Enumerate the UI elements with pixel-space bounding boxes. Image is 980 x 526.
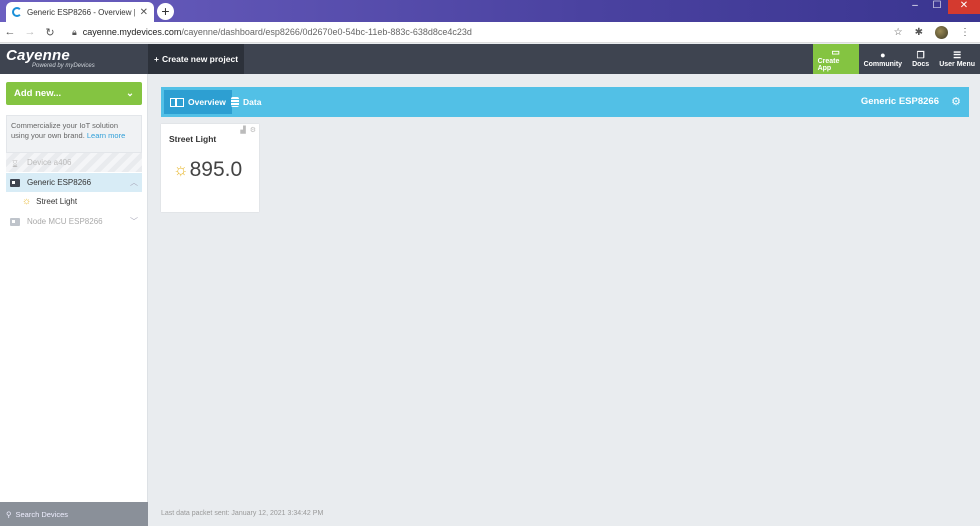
tab-data[interactable]: Data xyxy=(227,90,265,114)
bookmark-star-icon[interactable]: ☆ xyxy=(894,27,903,38)
cayenne-logo[interactable]: Cayenne Powered by myDevices xyxy=(6,48,95,70)
lock-icon: 🔒︎ xyxy=(72,26,77,37)
minimize-icon[interactable]: – xyxy=(904,0,926,14)
street-light-widget[interactable]: ▟ ⚙ Street Light ☼ 895.0 xyxy=(161,124,259,212)
sidebar-item-generic-esp8266[interactable]: Generic ESP8266 ︿ xyxy=(6,173,142,192)
sidebar-item-node-mcu[interactable]: Node MCU ESP8266 ﹀ xyxy=(6,212,142,231)
database-icon xyxy=(231,97,239,107)
sidebar-item-device-a406[interactable]: ⌛︎ Device a406 xyxy=(6,153,142,172)
tab-overview[interactable]: Overview xyxy=(164,90,232,114)
sidebar: Add new... ⌄ Commercialize your IoT solu… xyxy=(0,74,148,526)
search-icon: ⚲ xyxy=(6,509,12,519)
plus-icon: + xyxy=(154,54,159,64)
gear-icon[interactable]: ⚙ xyxy=(951,95,961,108)
maximize-icon[interactable]: ☐ xyxy=(926,0,948,14)
board-icon xyxy=(10,217,20,226)
browser-tab-title: Generic ESP8266 - Overview | my xyxy=(27,7,135,17)
profile-avatar[interactable] xyxy=(935,25,948,39)
docs-icon: ❐ xyxy=(916,50,925,60)
dashboard-toolbar: Overview Data Generic ESP8266 ⚙ xyxy=(161,87,969,117)
widget-gear-icon[interactable]: ⚙ xyxy=(250,126,256,134)
overview-icon xyxy=(170,97,184,107)
community-button[interactable]: ● Community xyxy=(859,44,908,74)
forward-icon[interactable]: → xyxy=(20,26,40,38)
sidebar-item-street-light[interactable]: ☼ Street Light xyxy=(6,192,142,211)
new-tab-button[interactable]: + xyxy=(157,3,174,20)
browser-menu-icon[interactable]: ⋮ xyxy=(960,27,970,38)
last-packet-status: Last data packet sent: January 12, 2021 … xyxy=(161,510,324,517)
window-controls: – ☐ ✕ xyxy=(904,0,980,14)
extensions-icon[interactable]: ✱ xyxy=(915,27,923,38)
user-menu-button[interactable]: ☰ User Menu xyxy=(934,44,980,74)
sun-icon: ☼ xyxy=(173,160,189,179)
monitor-icon: ▭ xyxy=(831,46,840,57)
chevron-up-icon[interactable]: ︿ xyxy=(130,177,138,188)
learn-more-link[interactable]: Learn more xyxy=(87,131,125,140)
browser-tab[interactable]: Generic ESP8266 - Overview | my ✕ xyxy=(6,2,154,22)
sun-icon: ☼ xyxy=(22,196,32,207)
back-icon[interactable]: ← xyxy=(0,26,20,38)
widget-title: Street Light xyxy=(169,134,217,144)
browser-tab-bar: Generic ESP8266 - Overview | my ✕ + – ☐ … xyxy=(0,0,980,22)
chart-icon[interactable]: ▟ xyxy=(240,126,245,134)
cayenne-favicon-icon xyxy=(12,7,22,17)
promo-banner: Commercialize your IoT solution using yo… xyxy=(6,115,142,153)
create-project-button[interactable]: + Create new project xyxy=(148,44,245,74)
create-app-button[interactable]: ▭ Create App xyxy=(812,44,859,74)
hourglass-icon: ⌛︎ xyxy=(12,158,18,169)
device-title: Generic ESP8266 xyxy=(860,96,939,107)
chevron-down-icon[interactable]: ﹀ xyxy=(130,216,138,227)
add-new-button[interactable]: Add new... ⌄ xyxy=(6,82,142,105)
app-header: Cayenne Powered by myDevices + Create ne… xyxy=(0,44,980,74)
board-icon xyxy=(10,178,20,187)
close-window-icon[interactable]: ✕ xyxy=(948,0,980,14)
chat-icon: ● xyxy=(880,50,886,60)
reload-icon[interactable]: ↻ xyxy=(40,26,60,39)
docs-button[interactable]: ❐ Docs xyxy=(907,44,934,74)
chevron-down-icon: ⌄ xyxy=(126,88,134,99)
header-nav: ▭ Create App ● Community ❐ Docs ☰ User M… xyxy=(812,44,980,74)
widget-value: 895.0 xyxy=(189,158,243,181)
url-field[interactable]: cayenne.mydevices.com/cayenne/dashboard/… xyxy=(83,27,894,37)
close-tab-icon[interactable]: ✕ xyxy=(140,7,148,18)
address-bar: ← → ↻ 🔒︎ cayenne.mydevices.com/cayenne/d… xyxy=(0,22,980,43)
menu-icon: ☰ xyxy=(953,50,962,60)
search-devices[interactable]: ⚲ Search Devices xyxy=(0,502,148,526)
